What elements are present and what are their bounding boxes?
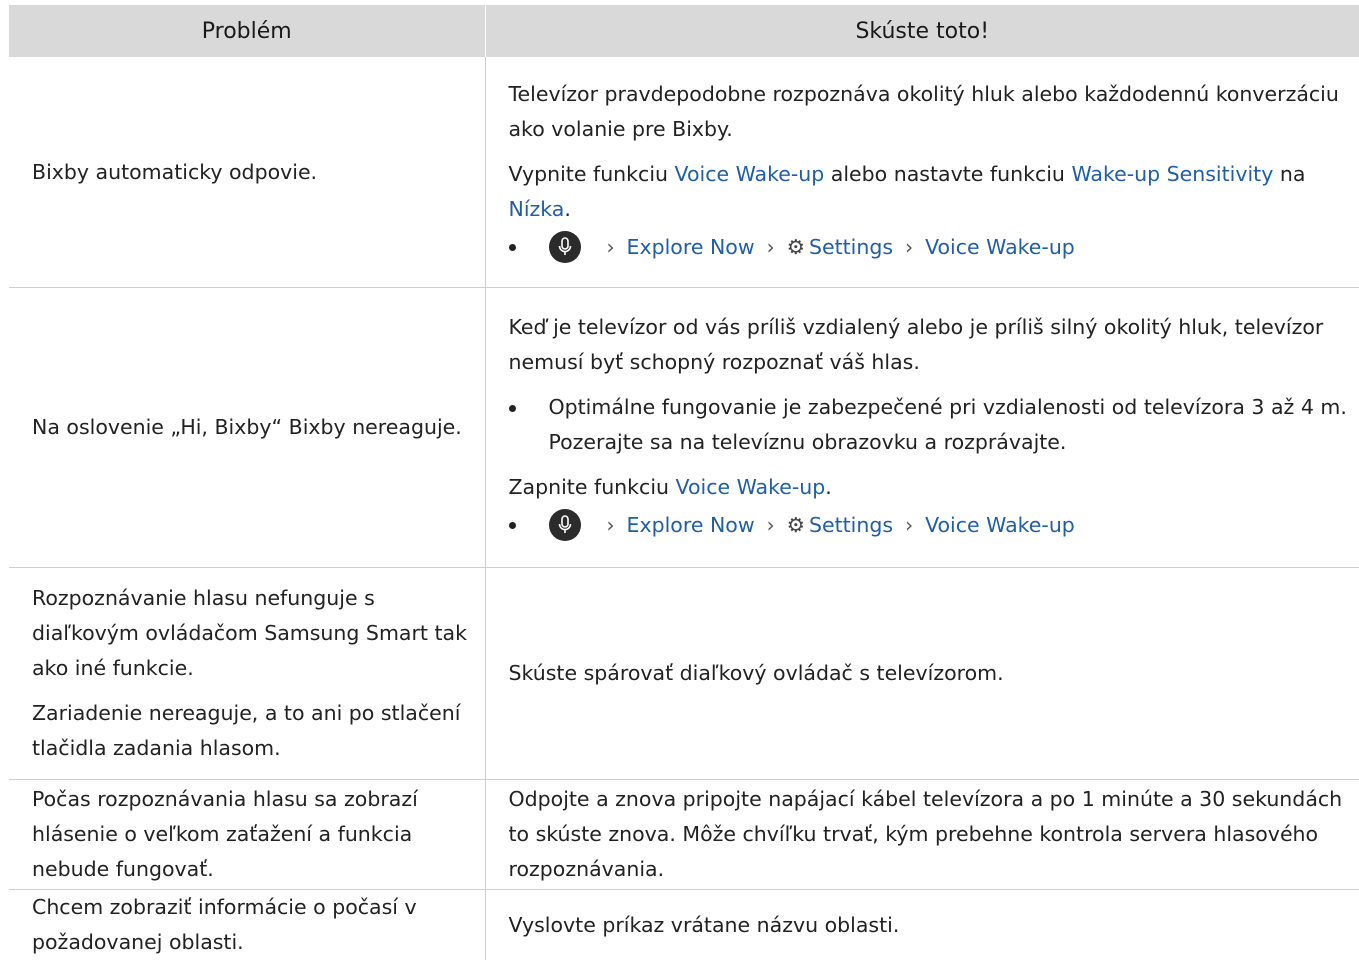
problem-text: Rozpoznávanie hlasu nefunguje s diaľkový… — [32, 586, 467, 680]
gear-icon: ⚙ — [786, 512, 805, 537]
problem-text: Zariadenie nereaguje, a to ani po stlače… — [32, 701, 461, 760]
solution-cell: Odpojte a znova pripojte napájací kábel … — [484, 779, 1359, 890]
problem-text: Počas rozpoznávania hlasu sa zobrazí hlá… — [32, 787, 418, 881]
problem-text: Bixby automaticky odpovie. — [32, 159, 318, 184]
chevron-right-icon: › — [905, 234, 914, 259]
path-explore-now[interactable]: Explore Now — [627, 230, 755, 265]
table-row: Rozpoznávanie hlasu nefunguje s diaľkový… — [9, 567, 1359, 780]
problem-cell: Počas rozpoznávania hlasu sa zobrazí hlá… — [9, 779, 485, 890]
table-row: Bixby automaticky odpovie. Televízor pra… — [9, 57, 1359, 288]
problem-cell: Rozpoznávanie hlasu nefunguje s diaľkový… — [9, 567, 485, 780]
bullet-dot — [508, 244, 516, 251]
bullet-dot — [508, 522, 516, 529]
mic-icon — [548, 509, 581, 541]
link-voice-wake-up[interactable]: Voice Wake-up — [675, 162, 825, 186]
table-row: Na oslovenie „Hi, Bixby“ Bixby nereaguje… — [9, 287, 1359, 568]
solution-text: Vyslovte príkaz vrátane názvu oblasti. — [508, 912, 900, 937]
solution-text: Skúste spárovať diaľkový ovládač s telev… — [508, 661, 1004, 685]
bullet-dot — [508, 405, 516, 412]
solution-cell: Keď je televízor od vás príliš vzdialený… — [484, 287, 1359, 568]
path-explore-now[interactable]: Explore Now — [627, 508, 755, 543]
chevron-right-icon: › — [606, 234, 615, 259]
solution-cell: Televízor pravdepodobne rozpoznáva okoli… — [484, 57, 1359, 288]
menu-path: › Explore Now › ⚙ Settings › Voice Wake-… — [508, 227, 1350, 267]
solution-text: Zapnite funkciu Voice Wake-up. — [508, 475, 832, 499]
solution-text: Televízor pravdepodobne rozpoznáva okoli… — [508, 82, 1339, 141]
table-row: Počas rozpoznávania hlasu sa zobrazí hlá… — [9, 779, 1359, 890]
solution-text: Keď je televízor od vás príliš vzdialený… — [508, 315, 1324, 374]
solution-bullet: Optimálne fungovanie je zabezpečené pri … — [508, 390, 1350, 460]
problem-text: Chcem zobraziť informácie o počasí v pož… — [32, 895, 417, 954]
mic-icon — [548, 231, 581, 263]
troubleshooting-table: Problém Skúste toto! Bixby automaticky o… — [9, 5, 1359, 960]
path-settings[interactable]: Settings — [809, 508, 893, 543]
problem-cell: Na oslovenie „Hi, Bixby“ Bixby nereaguje… — [9, 287, 485, 568]
problem-cell: Bixby automaticky odpovie. — [9, 57, 485, 288]
link-wake-up-sensitivity[interactable]: Wake-up Sensitivity — [1071, 162, 1273, 186]
problem-text: Na oslovenie „Hi, Bixby“ Bixby nereaguje… — [32, 415, 462, 439]
path-voice-wake-up[interactable]: Voice Wake-up — [925, 508, 1075, 543]
path-settings[interactable]: Settings — [809, 230, 893, 265]
solution-cell: Skúste spárovať diaľkový ovládač s telev… — [484, 567, 1359, 780]
link-nizka[interactable]: Nízka — [509, 197, 565, 221]
path-voice-wake-up[interactable]: Voice Wake-up — [925, 230, 1075, 265]
table-header-row: Problém Skúste toto! — [9, 5, 1359, 57]
gear-icon: ⚙ — [786, 234, 805, 259]
problem-cell: Chcem zobraziť informácie o počasí v pož… — [9, 890, 485, 961]
chevron-right-icon: › — [905, 512, 914, 537]
menu-path: › Explore Now › ⚙ Settings › Voice Wake-… — [508, 505, 1350, 545]
header-problem: Problém — [9, 5, 485, 57]
link-voice-wake-up[interactable]: Voice Wake-up — [676, 475, 826, 499]
chevron-right-icon: › — [606, 512, 615, 537]
header-solution: Skúste toto! — [484, 5, 1359, 57]
solution-text: Odpojte a znova pripojte napájací kábel … — [508, 787, 1343, 881]
chevron-right-icon: › — [766, 234, 775, 259]
chevron-right-icon: › — [766, 512, 775, 537]
solution-cell: Vyslovte príkaz vrátane názvu oblasti. — [484, 889, 1359, 960]
table-row: Chcem zobraziť informácie o počasí v pož… — [9, 889, 1359, 961]
solution-text: Vypnite funkciu Voice Wake-up alebo nast… — [508, 162, 1306, 221]
